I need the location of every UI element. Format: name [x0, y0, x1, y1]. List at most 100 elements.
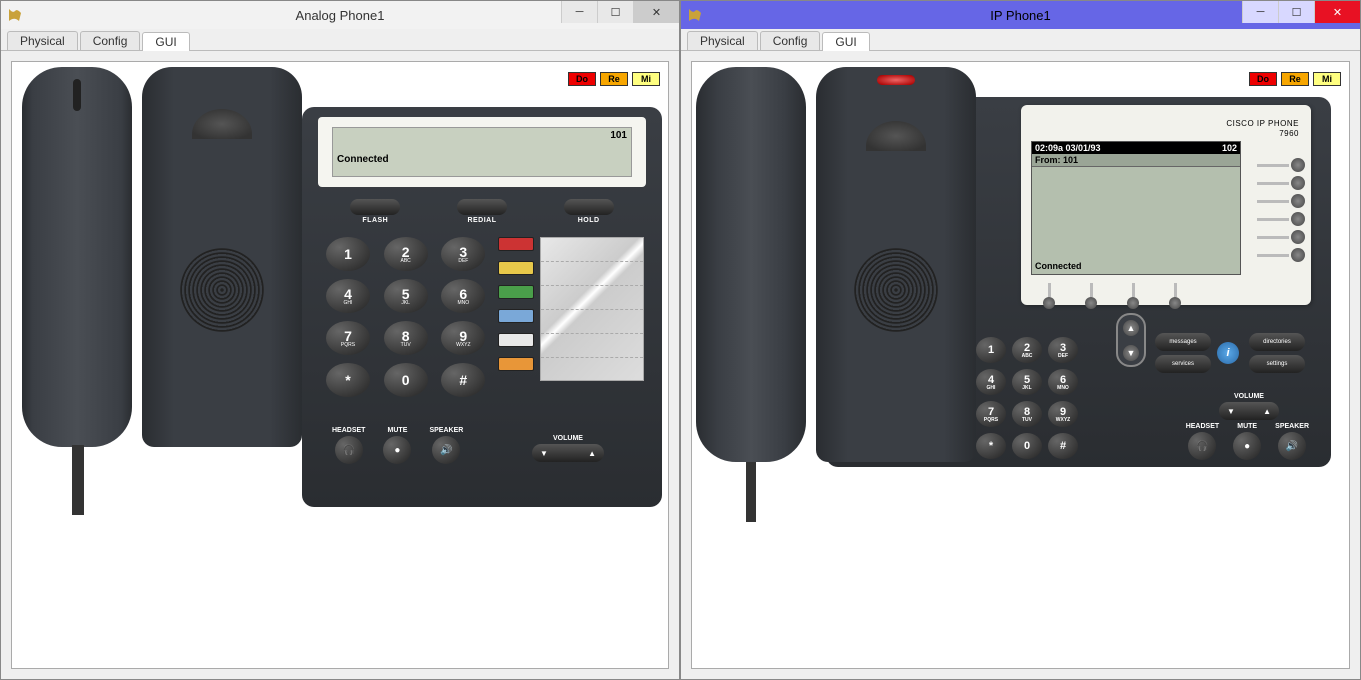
tone-mi-button[interactable]: Mi	[632, 72, 660, 86]
key-4[interactable]: 4GHI	[326, 279, 370, 313]
tab-gui[interactable]: GUI	[142, 32, 189, 51]
close-button[interactable]: ✕	[633, 1, 679, 23]
cradle	[816, 67, 976, 462]
key-9[interactable]: 9WXYZ	[441, 321, 485, 355]
tab-bar: Physical Config GUI	[1, 31, 679, 51]
tone-mi-button[interactable]: Mi	[1313, 72, 1341, 86]
key-2[interactable]: 2ABC	[384, 237, 428, 271]
tone-re-button[interactable]: Re	[1281, 72, 1309, 86]
line-key-3[interactable]	[498, 285, 534, 299]
key-hash[interactable]: #	[441, 363, 485, 397]
lcd-display: 02:09a 03/01/93 102 From: 101 Connected	[1031, 141, 1241, 275]
line-key-1[interactable]	[498, 237, 534, 251]
softkey-2[interactable]	[1085, 283, 1097, 309]
display-extension: 102	[1222, 143, 1237, 153]
hook-switch	[192, 109, 252, 139]
tab-gui[interactable]: GUI	[822, 32, 869, 51]
lcd-number: 101	[610, 130, 627, 141]
key-1[interactable]: 1	[326, 237, 370, 271]
key-0[interactable]: 0	[384, 363, 428, 397]
headset-button[interactable]: 🎧	[335, 436, 363, 464]
key-5[interactable]: 5JKL	[384, 279, 428, 313]
key-3[interactable]: 3DEF	[441, 237, 485, 271]
flash-button[interactable]	[350, 199, 400, 215]
line-button-2[interactable]	[1257, 177, 1317, 189]
nav-down-button[interactable]: ▼	[1123, 345, 1139, 361]
mute-button[interactable]: ●	[1233, 432, 1261, 460]
minimize-button[interactable]: ─	[1242, 1, 1278, 23]
softkey-4[interactable]	[1169, 283, 1181, 309]
key-7[interactable]: 7PQRS	[976, 401, 1006, 427]
key-0[interactable]: 0	[1012, 433, 1042, 459]
close-button[interactable]: ✕	[1314, 1, 1360, 23]
softkey-1[interactable]	[1043, 283, 1055, 309]
speaker-button[interactable]: 🔊	[1278, 432, 1306, 460]
key-6[interactable]: 6MNO	[1048, 369, 1078, 395]
line-button-1[interactable]	[1257, 159, 1317, 171]
mute-label: MUTE	[1237, 423, 1257, 430]
nav-up-button[interactable]: ▲	[1123, 320, 1139, 336]
key-7[interactable]: 7PQRS	[326, 321, 370, 355]
key-6[interactable]: 6MNO	[441, 279, 485, 313]
speaker-button[interactable]: 🔊	[432, 436, 460, 464]
tab-config[interactable]: Config	[760, 31, 821, 50]
window-title: IP Phone1	[990, 8, 1050, 23]
key-4[interactable]: 4GHI	[976, 369, 1006, 395]
line-key-5[interactable]	[498, 333, 534, 347]
keypad: 1 2ABC 3DEF 4GHI 5JKL 6MNO 7PQRS 8TUV 9W…	[976, 337, 1078, 459]
tone-do-button[interactable]: Do	[568, 72, 596, 86]
line-button-5[interactable]	[1257, 231, 1317, 243]
settings-button[interactable]: settings	[1249, 355, 1305, 373]
minimize-button[interactable]: ─	[561, 1, 597, 23]
tab-bar: Physical Config GUI	[681, 31, 1360, 51]
analog-phone-window: Analog Phone1 ─ ☐ ✕ Physical Config GUI …	[0, 0, 680, 680]
services-button[interactable]: services	[1155, 355, 1211, 373]
app-icon	[687, 7, 703, 23]
ip-phone-window: IP Phone1 ─ ☐ ✕ Physical Config GUI Do R…	[680, 0, 1361, 680]
volume-label: VOLUME	[1234, 393, 1264, 400]
headset-label: HEADSET	[1186, 423, 1219, 430]
key-8[interactable]: 8TUV	[384, 321, 428, 355]
volume-rocker[interactable]: ▼▲	[532, 444, 604, 462]
lcd-display: 101 Connected	[332, 127, 632, 177]
analog-phone-device: 101 Connected FLASH REDIAL HOLD 1 2ABC 3…	[22, 67, 662, 517]
line-button-4[interactable]	[1257, 213, 1317, 225]
key-1[interactable]: 1	[976, 337, 1006, 363]
maximize-button[interactable]: ☐	[1278, 1, 1314, 23]
hold-button[interactable]	[564, 199, 614, 215]
handset[interactable]	[696, 67, 806, 462]
mute-button[interactable]: ●	[383, 436, 411, 464]
redial-label: REDIAL	[467, 217, 496, 224]
tone-do-button[interactable]: Do	[1249, 72, 1277, 86]
line-key-2[interactable]	[498, 261, 534, 275]
key-2[interactable]: 2ABC	[1012, 337, 1042, 363]
line-button-3[interactable]	[1257, 195, 1317, 207]
key-5[interactable]: 5JKL	[1012, 369, 1042, 395]
handset[interactable]	[22, 67, 132, 447]
headset-label: HEADSET	[332, 427, 365, 434]
line-key-4[interactable]	[498, 309, 534, 323]
key-hash[interactable]: #	[1048, 433, 1078, 459]
headset-button[interactable]: 🎧	[1188, 432, 1216, 460]
line-key-6[interactable]	[498, 357, 534, 371]
line-button-6[interactable]	[1257, 249, 1317, 261]
maximize-button[interactable]: ☐	[597, 1, 633, 23]
tab-physical[interactable]: Physical	[687, 31, 758, 50]
messages-button[interactable]: messages	[1155, 333, 1211, 351]
key-9[interactable]: 9WXYZ	[1048, 401, 1078, 427]
tone-re-button[interactable]: Re	[600, 72, 628, 86]
titlebar[interactable]: IP Phone1 ─ ☐ ✕	[681, 1, 1360, 29]
key-star[interactable]: *	[326, 363, 370, 397]
key-3[interactable]: 3DEF	[1048, 337, 1078, 363]
directories-button[interactable]: directories	[1249, 333, 1305, 351]
nav-rocker: ▲ ▼	[1116, 313, 1146, 367]
titlebar[interactable]: Analog Phone1 ─ ☐ ✕	[1, 1, 679, 29]
key-star[interactable]: *	[976, 433, 1006, 459]
tab-config[interactable]: Config	[80, 31, 141, 50]
tab-physical[interactable]: Physical	[7, 31, 78, 50]
redial-button[interactable]	[457, 199, 507, 215]
volume-rocker[interactable]: ▼▲	[1219, 402, 1279, 420]
info-button[interactable]: i	[1217, 342, 1239, 364]
softkey-3[interactable]	[1127, 283, 1139, 309]
key-8[interactable]: 8TUV	[1012, 401, 1042, 427]
